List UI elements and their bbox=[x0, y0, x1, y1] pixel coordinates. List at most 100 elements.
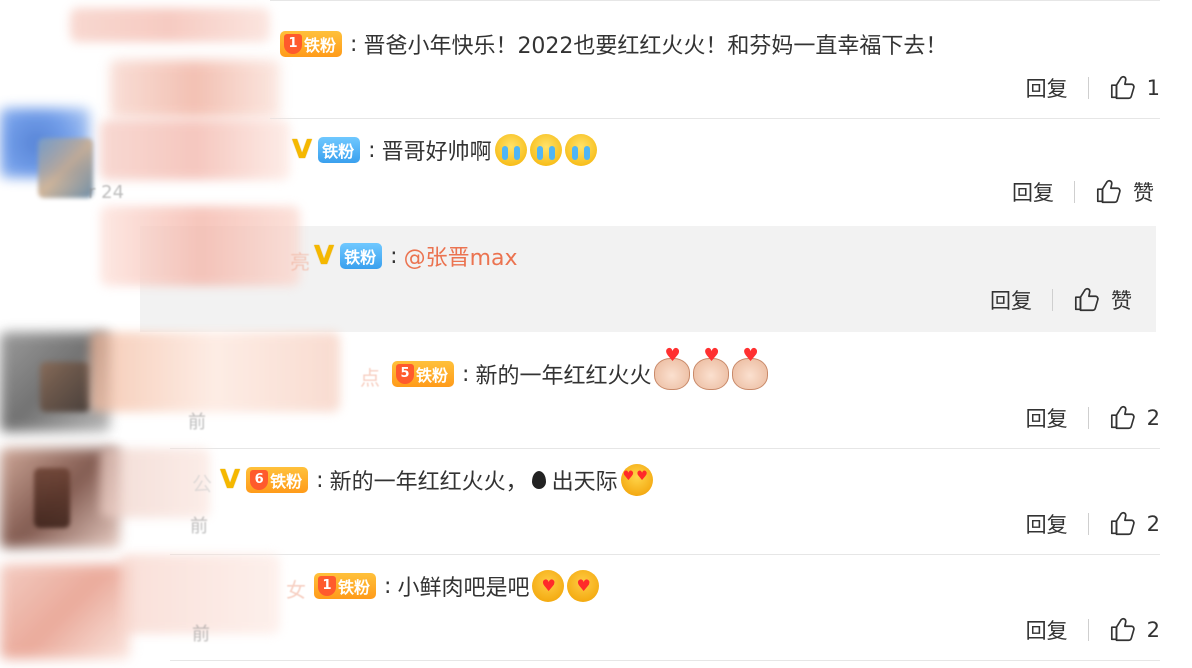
timestamp-fragment: r 24 bbox=[88, 182, 125, 203]
reply-button[interactable]: 回复 bbox=[1026, 509, 1068, 539]
timestamp-fragment: 前 bbox=[192, 624, 210, 645]
comment-content: 5 铁粉 : 新的一年红红火火 bbox=[392, 345, 769, 394]
action-separator bbox=[1087, 407, 1089, 429]
comment-content: V 铁粉 : @张晋max bbox=[314, 236, 518, 276]
blurred-username bbox=[100, 206, 300, 286]
badge-level: 1 bbox=[284, 34, 302, 54]
blurred-username bbox=[100, 120, 290, 180]
badge-level: 6 bbox=[250, 470, 269, 490]
badge-level: 5 bbox=[396, 364, 414, 384]
like-count: 赞 bbox=[1133, 181, 1154, 205]
crying-emoji-icon bbox=[494, 134, 527, 166]
nested-reply: 亮 V 铁粉 : @张晋max 回复 赞 bbox=[100, 206, 1156, 332]
badge-label: 铁粉 bbox=[416, 366, 449, 385]
fan-badge[interactable]: 铁粉 bbox=[340, 243, 383, 269]
comment-text: 小鲜肉吧是吧 bbox=[397, 576, 530, 601]
vip-icon: V bbox=[314, 241, 335, 271]
colon: : bbox=[462, 361, 470, 387]
comment-item: 女 1 铁粉 : 小鲜肉吧是吧 前 回复 2 bbox=[0, 554, 1160, 668]
action-separator bbox=[1052, 289, 1053, 311]
comment-actions: 回复 2 bbox=[1026, 506, 1160, 542]
comment-text: 晋哥好帅啊 bbox=[381, 140, 492, 165]
kiss-emoji-icon bbox=[567, 570, 600, 602]
kiss-emoji-icon bbox=[532, 570, 565, 602]
blurred-avatar bbox=[0, 564, 130, 659]
colon: : bbox=[384, 573, 392, 599]
badge-label: 铁粉 bbox=[344, 248, 377, 267]
like-count: 2 bbox=[1146, 512, 1160, 536]
reply-button[interactable]: 回复 bbox=[990, 285, 1032, 315]
comment-item: 点 5 铁粉 : 新的一年红红火火 前 回复 2 bbox=[0, 332, 1160, 448]
action-separator bbox=[1087, 513, 1089, 535]
comment-actions: 回复 2 bbox=[1026, 400, 1160, 436]
comment-text-after: 出天际 bbox=[551, 470, 618, 495]
badge-label: 铁粉 bbox=[304, 36, 337, 55]
vip-icon: V bbox=[292, 135, 313, 165]
fan-badge[interactable]: 1 铁粉 bbox=[314, 573, 377, 599]
vip-icon: V bbox=[220, 465, 241, 495]
action-separator bbox=[1087, 619, 1089, 641]
like-icon[interactable] bbox=[1073, 286, 1101, 314]
username-fragment: 亮 bbox=[290, 250, 310, 274]
comment-text: 新的一年红红火火 bbox=[475, 364, 652, 389]
comment-actions: 回复 赞 bbox=[990, 282, 1132, 318]
flame-icon bbox=[531, 471, 546, 489]
avatar-image[interactable] bbox=[38, 138, 93, 198]
username-fragment: 公 bbox=[192, 472, 212, 496]
badge-label: 铁粉 bbox=[322, 142, 355, 161]
pig-emoji-icon bbox=[732, 345, 769, 390]
badge-label: 铁粉 bbox=[270, 472, 303, 491]
like-count: 1 bbox=[1146, 76, 1160, 100]
comment-content: V 铁粉 : 晋哥好帅啊 bbox=[292, 130, 597, 170]
like-icon[interactable] bbox=[1109, 616, 1137, 644]
colon: : bbox=[350, 31, 358, 57]
fan-badge[interactable]: 1 铁粉 bbox=[280, 31, 343, 57]
comment-content: V 6 铁粉 : 新的一年红红火火， 出天际 bbox=[220, 460, 653, 500]
comment-actions: 回复 赞 bbox=[1012, 174, 1154, 210]
action-separator bbox=[1087, 77, 1089, 99]
reply-button[interactable]: 回复 bbox=[1026, 403, 1068, 433]
like-icon[interactable] bbox=[1095, 178, 1123, 206]
action-separator bbox=[1074, 181, 1075, 203]
pig-emoji-icon bbox=[693, 345, 730, 390]
fan-badge[interactable]: 铁粉 bbox=[318, 137, 361, 163]
badge-label: 铁粉 bbox=[338, 578, 371, 597]
like-icon[interactable] bbox=[1109, 74, 1137, 102]
blurred-avatar bbox=[110, 60, 280, 118]
reply-button[interactable]: 回复 bbox=[1026, 615, 1068, 645]
comment-item: 1 铁粉 : 晋爸小年快乐！2022也要红红火火！和芬妈一直幸福下去！ 回复 1 bbox=[0, 0, 1160, 118]
username-fragment: 点 bbox=[360, 366, 380, 390]
like-count: 2 bbox=[1146, 406, 1160, 430]
crying-emoji-icon bbox=[529, 134, 562, 166]
like-icon[interactable] bbox=[1109, 404, 1137, 432]
timestamp-fragment: 前 bbox=[188, 412, 206, 433]
comment-content: 1 铁粉 : 晋爸小年快乐！2022也要红红火火！和芬妈一直幸福下去！ bbox=[280, 24, 947, 64]
colon: : bbox=[390, 243, 398, 269]
colon: : bbox=[316, 467, 324, 493]
colon: : bbox=[368, 137, 376, 163]
comment-actions: 回复 2 bbox=[1026, 612, 1160, 648]
comment-text-before: 新的一年红红火火， bbox=[329, 470, 528, 495]
comment-actions: 回复 1 bbox=[1026, 70, 1160, 106]
divider bbox=[170, 660, 1160, 661]
mention-link[interactable]: @张晋max bbox=[404, 240, 518, 272]
fan-badge[interactable]: 5 铁粉 bbox=[392, 361, 455, 387]
crying-emoji-icon bbox=[564, 134, 597, 166]
pig-emoji-icon bbox=[654, 345, 691, 390]
comment-text: 晋爸小年快乐！2022也要红红火火！和芬妈一直幸福下去！ bbox=[363, 34, 948, 59]
badge-level: 1 bbox=[318, 576, 336, 596]
reply-button[interactable]: 回复 bbox=[1012, 177, 1054, 207]
avatar-image[interactable] bbox=[34, 468, 70, 528]
fan-badge[interactable]: 6 铁粉 bbox=[246, 467, 309, 493]
timestamp-fragment: 前 bbox=[190, 516, 208, 537]
like-count: 2 bbox=[1146, 618, 1160, 642]
avatar-image[interactable] bbox=[40, 362, 90, 412]
like-icon[interactable] bbox=[1109, 510, 1137, 538]
like-count: 赞 bbox=[1111, 289, 1132, 313]
blurred-username bbox=[70, 8, 270, 42]
comment-item: 公 V 6 铁粉 : 新的一年红红火火， 出天际 前 回复 2 bbox=[0, 448, 1160, 554]
username-fragment: 女 bbox=[286, 578, 306, 602]
heart-eyes-emoji-icon bbox=[620, 464, 653, 496]
comment-content: 1 铁粉 : 小鲜肉吧是吧 bbox=[314, 566, 600, 606]
reply-button[interactable]: 回复 bbox=[1026, 73, 1068, 103]
